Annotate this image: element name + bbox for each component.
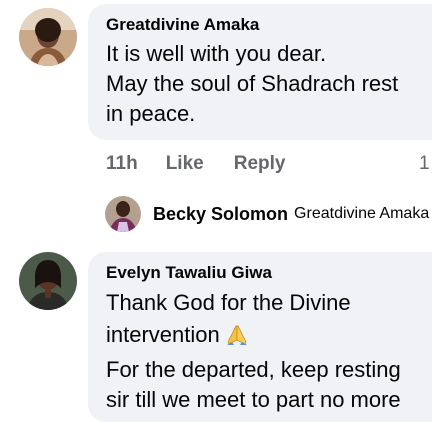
comment-author[interactable]: Evelyn Tawaliu Giwa xyxy=(106,262,432,284)
comment-text-line: Thank God for the Divine xyxy=(106,290,351,315)
avatar[interactable] xyxy=(19,252,77,310)
comment-text-line: intervention xyxy=(106,319,432,355)
comment-text-line: For the departed, keep resting xyxy=(106,357,401,382)
comment-text-segment: intervention xyxy=(106,322,220,347)
comment-item: Evelyn Tawaliu Giwa Thank God for the Di… xyxy=(0,0,432,422)
comment-bubble: Evelyn Tawaliu Giwa Thank God for the Di… xyxy=(88,252,432,422)
comment-text-line: sir till we meet to part no more xyxy=(106,387,401,412)
folded-hands-icon xyxy=(226,323,248,355)
profile-photo-icon xyxy=(19,252,77,310)
